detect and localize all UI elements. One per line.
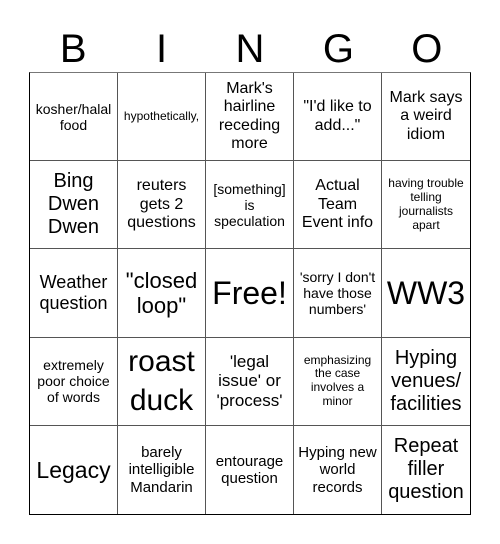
header-letter-g: G xyxy=(322,27,354,71)
bingo-cell[interactable]: Legacy xyxy=(30,425,118,514)
cell-text: hypothetically, xyxy=(123,108,200,123)
bingo-cell[interactable]: kosher/halal food xyxy=(30,73,118,162)
bingo-cell[interactable]: Weather question xyxy=(30,249,118,338)
cell-text: Mark's hairline receding more xyxy=(218,79,281,152)
bingo-cell[interactable]: Mark says a weird idiom xyxy=(382,73,470,162)
bingo-cell[interactable]: WW3 xyxy=(382,249,470,338)
bingo-cell[interactable]: emphasizing the case involves a minor xyxy=(294,337,382,426)
cell-text: emphasizing the case involves a minor xyxy=(303,352,372,408)
cell-text: "I'd like to add..." xyxy=(303,98,372,134)
cell-text: 'legal issue' or 'process' xyxy=(216,351,283,410)
cell-text: "closed loop" xyxy=(125,267,198,318)
cell-text: extremely poor choice of words xyxy=(37,357,110,406)
cell-text: kosher/halal food xyxy=(35,100,112,133)
cell-text: Hyping new world records xyxy=(298,444,377,496)
cell-text: Actual Team Event info xyxy=(301,177,374,231)
free-space-cell[interactable]: Free! xyxy=(206,249,294,338)
cell-text: Hyping venues/ facilities xyxy=(390,346,462,415)
cell-text: WW3 xyxy=(386,274,466,311)
bingo-cell[interactable]: having trouble telling journalists apart xyxy=(382,161,470,250)
cell-text: entourage question xyxy=(215,452,284,487)
cell-text: Weather question xyxy=(39,272,108,313)
cell-text: Legacy xyxy=(36,456,111,483)
bingo-header: B I N G O xyxy=(29,18,471,72)
cell-text: [something] is speculation xyxy=(213,180,286,229)
bingo-cell[interactable]: 'legal issue' or 'process' xyxy=(206,337,294,426)
header-letter-o: O xyxy=(411,27,443,71)
header-letter-b: B xyxy=(59,27,87,71)
bingo-cell[interactable]: extremely poor choice of words xyxy=(30,337,118,426)
bingo-cell[interactable]: hypothetically, xyxy=(118,73,206,162)
cell-text: barely intelligible Mandarin xyxy=(128,444,195,496)
bingo-cell[interactable]: "I'd like to add..." xyxy=(294,73,382,162)
bingo-cell[interactable]: Hyping new world records xyxy=(294,425,382,514)
cell-text: having trouble telling journalists apart xyxy=(388,176,464,232)
bingo-cell[interactable]: [something] is speculation xyxy=(206,161,294,250)
bingo-cell[interactable]: reuters gets 2 questions xyxy=(118,161,206,250)
cell-text: Repeat filler question xyxy=(388,435,464,504)
bingo-cell[interactable]: roast duck xyxy=(118,337,206,426)
bingo-cell[interactable]: Actual Team Event info xyxy=(294,161,382,250)
bingo-board: kosher/halal food hypothetically, Mark's… xyxy=(29,72,471,515)
bingo-cell[interactable]: barely intelligible Mandarin xyxy=(118,425,206,514)
cell-text: Free! xyxy=(212,274,287,311)
header-letter-i: I xyxy=(156,27,168,71)
bingo-cell[interactable]: 'sorry I don't have those numbers' xyxy=(294,249,382,338)
cell-text: 'sorry I don't have those numbers' xyxy=(299,268,376,318)
bingo-cell[interactable]: Mark's hairline receding more xyxy=(206,73,294,162)
cell-text: reuters gets 2 questions xyxy=(127,177,196,231)
cell-text: Mark says a weird idiom xyxy=(389,89,463,143)
bingo-cell[interactable]: Bing Dwen Dwen xyxy=(30,161,118,250)
bingo-cell[interactable]: Hyping venues/ facilities xyxy=(382,338,470,426)
cell-text: Bing Dwen Dwen xyxy=(47,170,100,239)
header-letter-n: N xyxy=(235,27,265,71)
cell-text: roast duck xyxy=(128,345,195,418)
bingo-cell[interactable]: Repeat filler question xyxy=(382,426,470,514)
bingo-cell[interactable]: entourage question xyxy=(206,425,294,514)
bingo-cell[interactable]: "closed loop" xyxy=(118,249,206,338)
